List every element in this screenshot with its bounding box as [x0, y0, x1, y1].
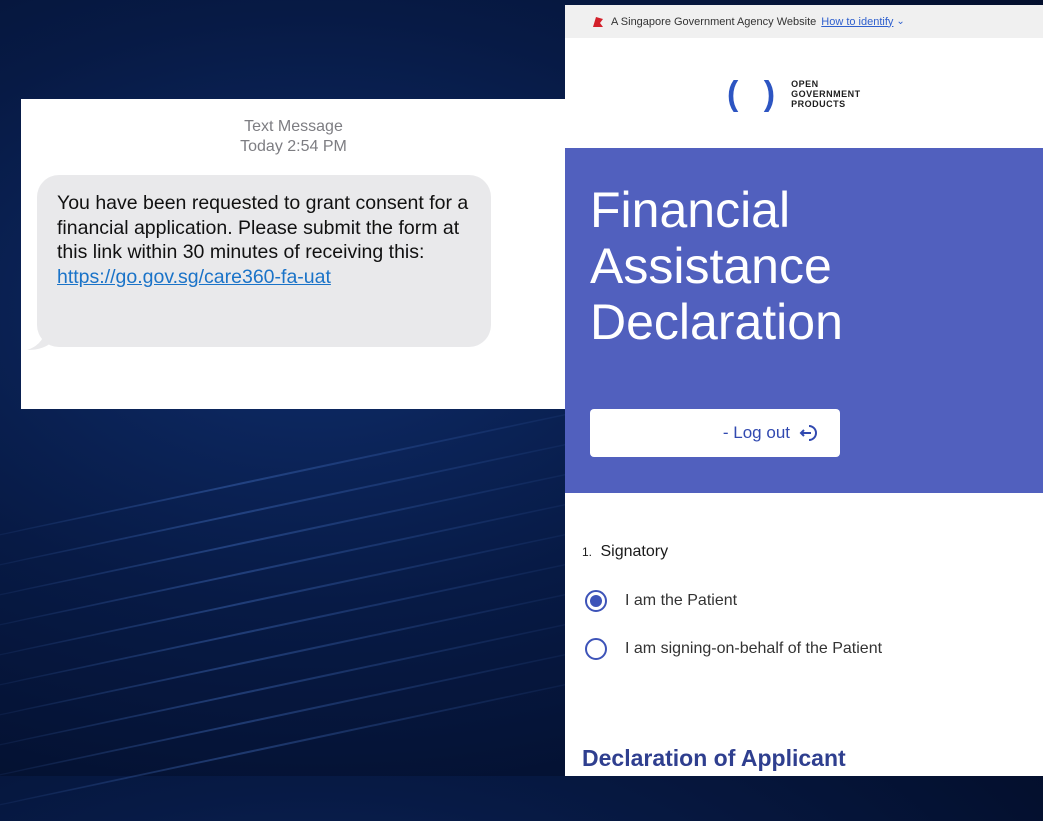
- logo-brackets-icon: ( ): [727, 75, 784, 113]
- logo-line-2: GOVERNMENT: [791, 89, 861, 99]
- radio-option-on-behalf[interactable]: I am signing-on-behalf of the Patient: [585, 638, 882, 660]
- chevron-down-icon[interactable]: ⌄: [896, 16, 904, 27]
- form-hero: Financial Assistance Declaration - Log o…: [565, 148, 1043, 493]
- logout-label: - Log out: [722, 423, 790, 442]
- radio-option-label: I am signing-on-behalf of the Patient: [625, 640, 883, 657]
- sms-bubble: You have been requested to grant consent…: [37, 175, 491, 347]
- logo-line-3: PRODUCTS: [791, 99, 846, 109]
- gov-masthead: A Singapore Government Agency Website Ho…: [565, 5, 1043, 38]
- masthead-text: A Singapore Government Agency Website: [611, 15, 817, 28]
- logo-text: OPEN GOVERNMENT PRODUCTS: [791, 79, 861, 109]
- question-label: Signatory: [600, 543, 669, 560]
- radio-unselected-icon[interactable]: [585, 638, 607, 660]
- sms-header: Text Message Today 2:54 PM: [21, 117, 566, 157]
- sms-timestamp: Today 2:54 PM: [240, 138, 347, 155]
- form-title: Financial Assistance Declaration: [590, 182, 843, 350]
- lion-head-icon: [593, 16, 603, 27]
- sms-body-text: You have been requested to grant consent…: [57, 192, 469, 263]
- radio-selected-icon[interactable]: [585, 590, 607, 612]
- question-signatory: 1. Signatory: [582, 543, 668, 561]
- logo-line-1: OPEN: [791, 79, 819, 89]
- sms-link[interactable]: https://go.gov.sg/care360-fa-uat: [57, 266, 331, 288]
- question-number: 1.: [582, 545, 593, 559]
- sms-header-title: Text Message: [244, 118, 343, 135]
- logout-button[interactable]: - Log out: [590, 409, 840, 457]
- how-to-identify-link[interactable]: How to identify: [821, 16, 893, 28]
- radio-option-patient[interactable]: I am the Patient: [585, 590, 737, 612]
- sms-message-panel: Text Message Today 2:54 PM You have been…: [21, 99, 566, 409]
- form-web-panel: A Singapore Government Agency Website Ho…: [565, 5, 1043, 776]
- section-title: Declaration of Applicant: [582, 745, 846, 771]
- ogp-logo: ( ) OPEN GOVERNMENT PRODUCTS: [727, 75, 861, 113]
- radio-option-label: I am the Patient: [625, 592, 738, 609]
- logout-icon: [799, 425, 817, 441]
